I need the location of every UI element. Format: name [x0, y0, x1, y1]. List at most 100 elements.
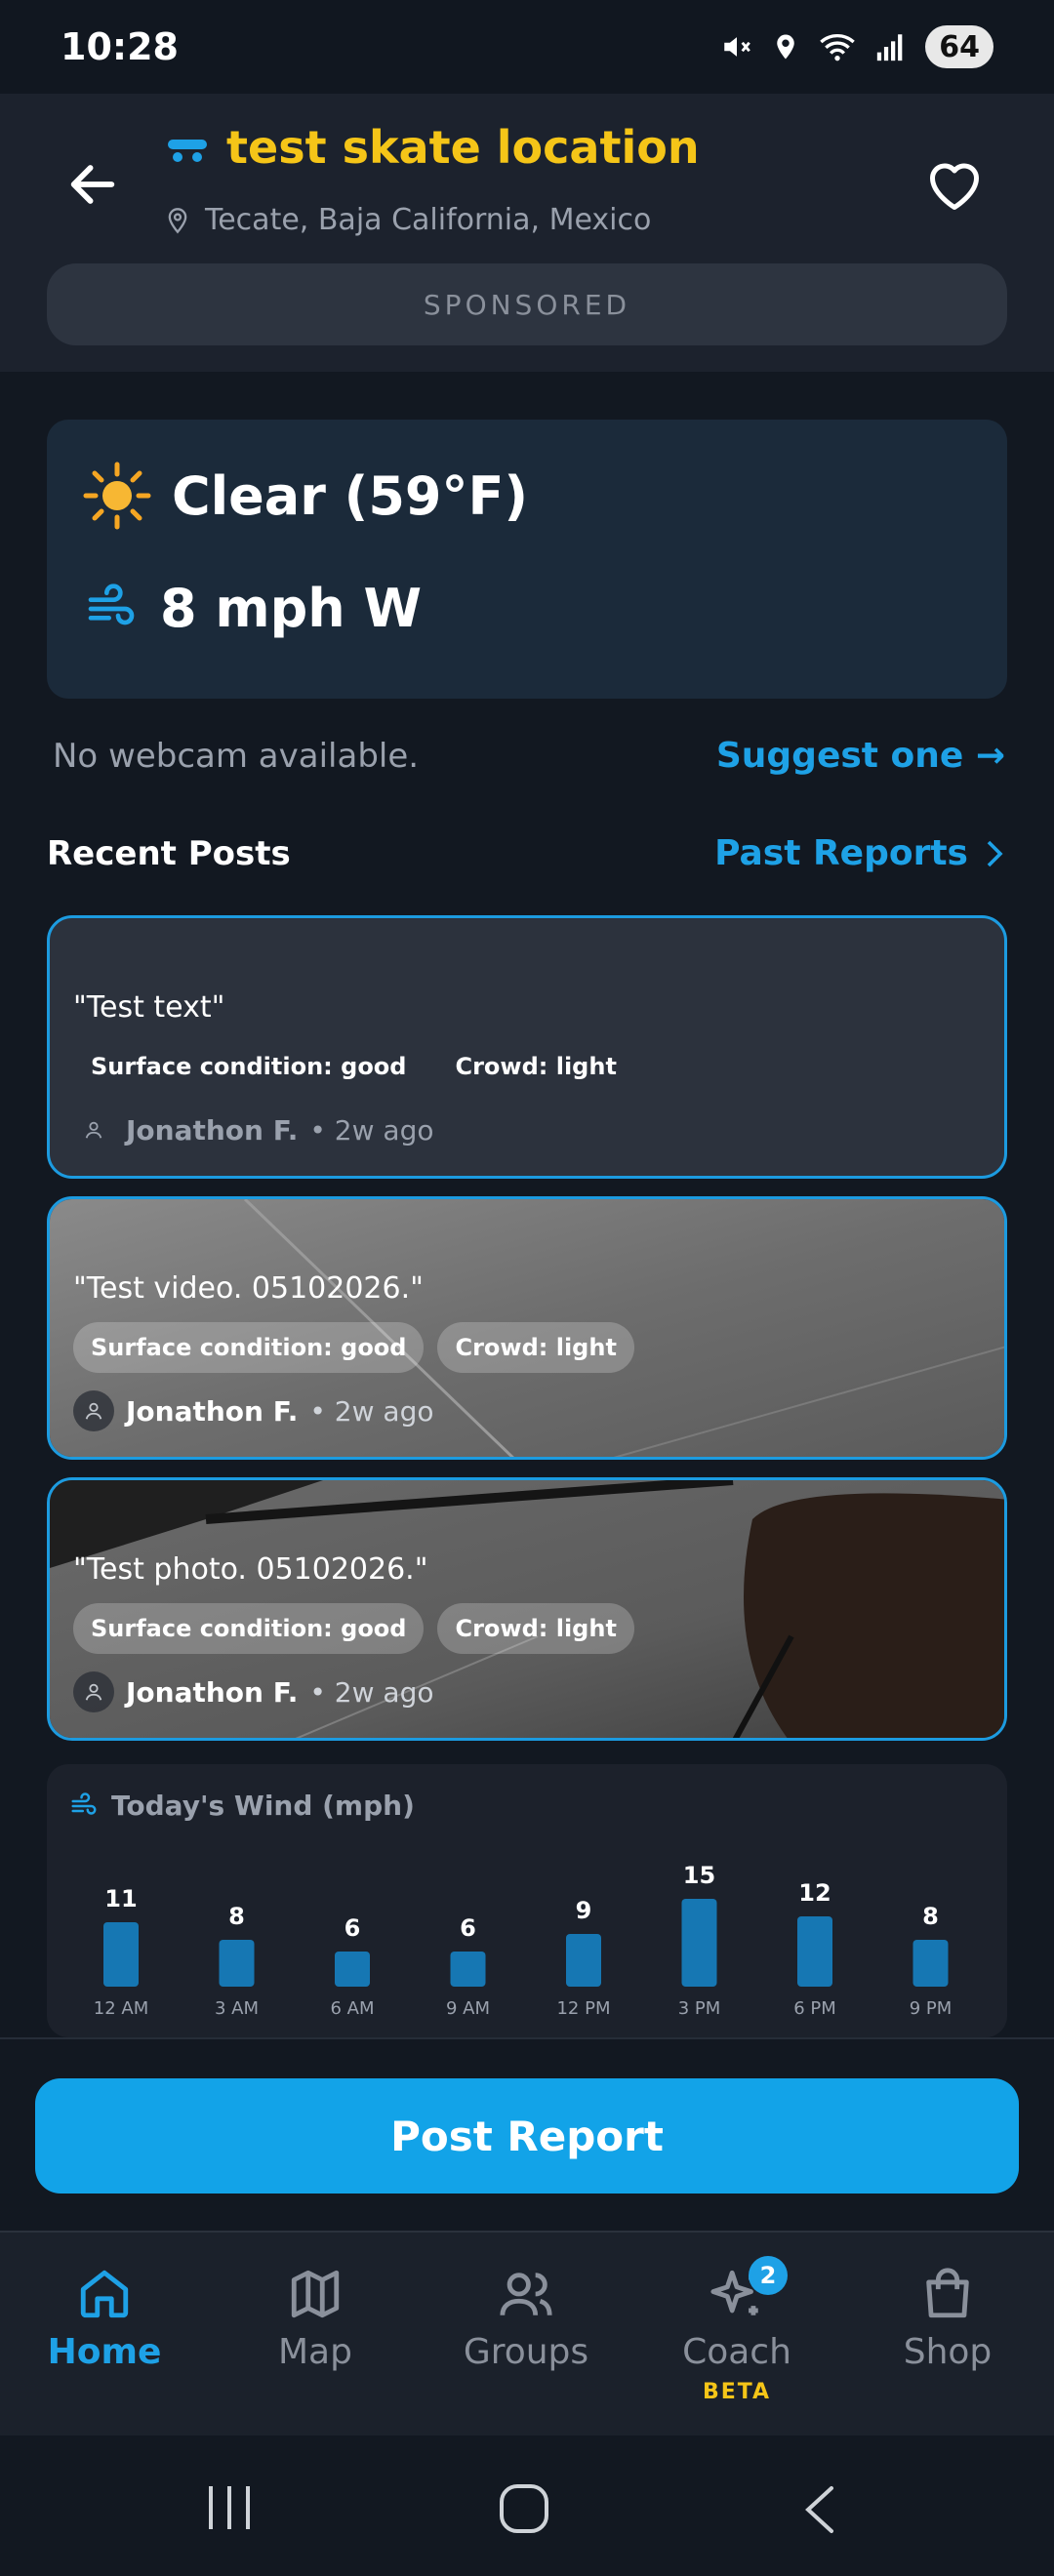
system-back-icon[interactable] [802, 2484, 835, 2535]
wind-time-label: 6 AM [330, 1998, 374, 2019]
wind-value-label: 9 [576, 1897, 592, 1924]
post-tags: Surface condition: good Crowd: light [73, 1603, 634, 1654]
post-report-button[interactable]: Post Report [35, 2078, 1019, 2194]
crowd-tag: Crowd: light [437, 1322, 634, 1373]
wind-chart-header: Today's Wind (mph) [68, 1790, 415, 1822]
nav-item-groups[interactable]: Groups [428, 2266, 624, 2372]
user-icon [85, 1402, 102, 1420]
nav-label: Map [278, 2332, 352, 2372]
post-text: "Test photo. 05102026." [73, 1552, 428, 1587]
wind-bar [912, 1940, 949, 1987]
page-title: test skate location [226, 121, 700, 174]
location-subtitle: Tecate, Baja California, Mexico [205, 203, 652, 237]
wind-time-label: 9 PM [910, 1998, 953, 2019]
surface-tag: Surface condition: good [91, 1053, 407, 1080]
wind-chart-card: 11 12 AM 8 3 AM 6 6 AM 6 9 AM 9 12 PM 15 3 PM 12 6 PM… [47, 1764, 1007, 2037]
recent-posts-title: Recent Posts [47, 833, 291, 873]
location-row: Tecate, Baja California, Mexico [164, 203, 651, 237]
wind-time-label: 12 AM [94, 1998, 148, 2019]
status-time: 10:28 [61, 25, 179, 68]
post-card[interactable]: "Test photo. 05102026." Surface conditio… [47, 1477, 1007, 1741]
wind-bar [450, 1952, 486, 1987]
post-time: • 2w ago [309, 1113, 434, 1147]
suggest-webcam-link[interactable]: Suggest one → [716, 736, 1005, 776]
battery-indicator: 64 [925, 25, 993, 68]
status-icons: 64 [720, 25, 993, 68]
groups-icon [500, 2273, 552, 2315]
user-icon [85, 1121, 102, 1139]
wind-value-label: 8 [228, 1903, 245, 1930]
surface-tag: Surface condition: good [73, 1603, 425, 1654]
recents-icon[interactable] [205, 2484, 254, 2531]
heart-icon[interactable] [925, 158, 984, 213]
sponsored-banner[interactable]: SPONSORED [47, 263, 1007, 345]
surface-tag: Surface condition: good [73, 1322, 425, 1373]
wind-value-label: 6 [460, 1914, 476, 1942]
nav-label: Groups [463, 2332, 589, 2372]
wind-speed: 8 mph W [160, 578, 423, 639]
home-icon [80, 2270, 129, 2318]
crowd-tag: Crowd: light [437, 1603, 634, 1654]
shopping-bag-icon [926, 2268, 969, 2318]
webcam-status: No webcam available. [53, 736, 420, 776]
wind-value-label: 15 [683, 1862, 715, 1889]
wind-icon [88, 583, 135, 624]
wifi-icon [820, 34, 856, 61]
weather-condition-row: Clear (59°F) [82, 461, 528, 531]
post-card[interactable]: "Test text" Surface condition: good Crow… [47, 915, 1007, 1179]
signal-icon [877, 34, 903, 61]
location-pin-icon [168, 207, 187, 233]
status-bar: 10:28 64 [0, 0, 1054, 94]
post-author-row: Jonathon F. • 2w ago [73, 1390, 433, 1431]
wind-bar [797, 1916, 832, 1987]
wind-row: 8 mph W [82, 578, 422, 639]
post-author-row: Jonathon F. • 2w ago [73, 1109, 433, 1150]
avatar [73, 1390, 114, 1431]
past-reports-link[interactable]: Past Reports [714, 833, 1005, 873]
post-author-row: Jonathon F. • 2w ago [73, 1671, 433, 1712]
chevron-right-icon [987, 840, 1003, 866]
nav-label: Shop [903, 2332, 993, 2372]
post-author: Jonathon F. [126, 1113, 299, 1147]
map-icon [291, 2270, 340, 2318]
wind-value-label: 6 [345, 1914, 361, 1942]
wind-time-label: 3 AM [215, 1998, 259, 2019]
webcam-row: No webcam available. Suggest one → [53, 736, 1005, 776]
notification-badge: 2 [749, 2256, 788, 2295]
wind-bar [566, 1934, 601, 1987]
post-time: • 2w ago [309, 1394, 434, 1428]
post-card[interactable]: "Test video. 05102026." Surface conditio… [47, 1196, 1007, 1460]
user-icon [85, 1683, 102, 1701]
wind-time-label: 9 AM [446, 1998, 490, 2019]
skateboard-icon [168, 140, 207, 162]
post-time: • 2w ago [309, 1675, 434, 1709]
location-header: test skate location Tecate, Baja Califor… [0, 94, 1054, 372]
nav-item-map[interactable]: Map [218, 2266, 413, 2372]
weather-card: Clear (59°F) 8 mph W [47, 420, 1007, 699]
wind-time-label: 3 PM [678, 1998, 721, 2019]
location-icon [777, 34, 794, 60]
post-tags: Surface condition: good Crowd: light [73, 1322, 634, 1373]
system-nav-bar [0, 2435, 1054, 2576]
action-bar: Post Report [0, 2037, 1054, 2231]
title-row: test skate location [164, 121, 700, 174]
avatar [73, 1671, 114, 1712]
post-author: Jonathon F. [126, 1675, 299, 1709]
nav-label: Coach [682, 2332, 791, 2372]
home-button-icon[interactable] [498, 2482, 550, 2535]
post-text: "Test video. 05102026." [73, 1271, 424, 1306]
nav-item-shop[interactable]: Shop [850, 2266, 1045, 2372]
past-reports-label: Past Reports [714, 833, 968, 873]
wind-time-label: 12 PM [556, 1998, 610, 2019]
wind-value-label: 8 [922, 1903, 939, 1930]
wind-bar [681, 1899, 717, 1987]
back-arrow-icon[interactable] [64, 156, 121, 213]
bottom-nav: Home Map Groups 2 Coach BETA Shop [0, 2231, 1054, 2435]
wind-bar [103, 1922, 139, 1987]
wind-value-label: 11 [104, 1885, 137, 1912]
sun-icon [83, 462, 151, 530]
nav-item-home[interactable]: Home [7, 2266, 202, 2372]
wind-value-label: 12 [798, 1879, 831, 1907]
nav-item-coach[interactable]: 2 Coach BETA [639, 2256, 834, 2404]
avatar [73, 1109, 114, 1150]
